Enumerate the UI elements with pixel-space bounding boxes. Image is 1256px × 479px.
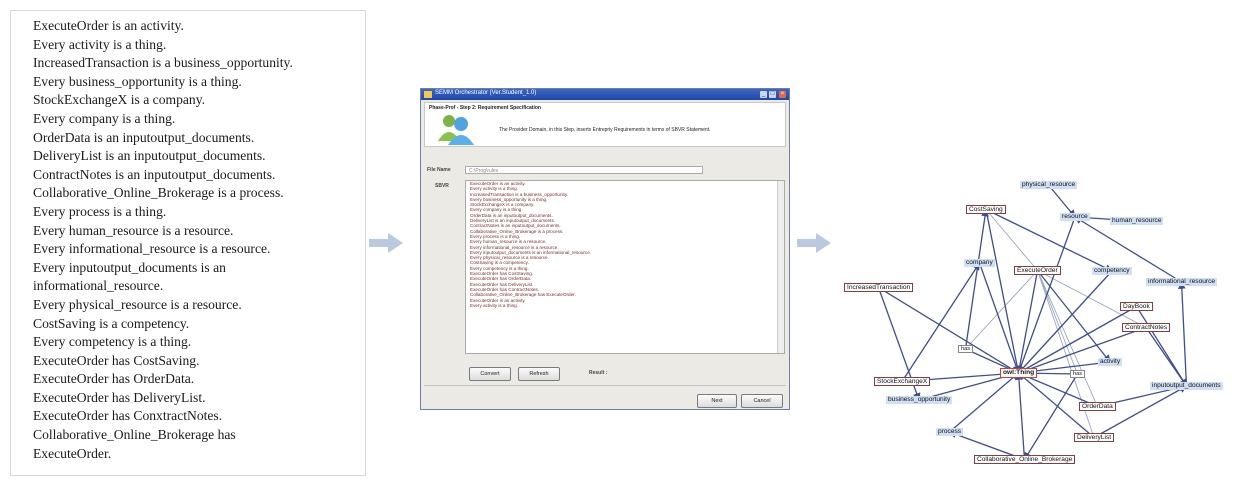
rule-row: Every activity is a thing. [470, 302, 518, 308]
graph-edge [1017, 326, 1147, 375]
flow-arrow-1-shape [369, 233, 403, 253]
graph-edge [985, 209, 1021, 374]
graph-node-contractnotes: ContractNotes [1122, 323, 1171, 332]
graph-edges [877, 184, 1188, 461]
graph-relation-line [1037, 270, 1098, 407]
sbvr-statement-line: ExecuteOrder has CostSaving. [33, 352, 200, 368]
sbvr-statement-line: Every inputoutput_documents is an [33, 259, 226, 275]
file-name-field[interactable]: C:\Prog\rules [465, 166, 703, 174]
window-titlebar: SEMM Orchestrator (Ver.Student_1.0) _ □ … [421, 89, 789, 100]
graph-node-has1: has [958, 345, 974, 353]
sbvr-statement-line: informational_resource. [33, 278, 164, 294]
sbvr-statement-line: IncreasedTransaction is a business_oppor… [33, 55, 293, 71]
rules-scrollbar[interactable] [777, 181, 784, 353]
graph-edge [1015, 270, 1039, 374]
graph-node-resource: resource [1060, 213, 1090, 221]
sbvr-statement-line: Every business_opportunity is a thing. [33, 73, 242, 89]
graph-relation-line [965, 270, 1038, 350]
convert-button[interactable]: Convert [469, 367, 511, 381]
sbvr-statement-line: Every process is a thing. [33, 203, 167, 219]
sbvr-statement-line: ExecuteOrder. [33, 445, 112, 461]
graph-node-process: process [936, 428, 964, 436]
sbvr-statement-list: ExecuteOrder is an activity. Every activi… [33, 17, 293, 463]
refresh-button[interactable]: Refresh [518, 367, 560, 381]
graph-node-orderdata: OrderData [1079, 402, 1116, 411]
sbvr-statement-line: Every activity is a thing. [33, 36, 167, 52]
sbvr-statement-line: Collaborative_Online_Brokerage has [33, 427, 236, 443]
sbvr-statement-line: StockExchangeX is a company. [33, 92, 206, 108]
graph-node-increasedtransaction: IncreasedTransaction [844, 283, 914, 292]
sbvr-statement-line: Every informational_resource is a resour… [33, 241, 271, 257]
sbvr-statement-line: Every physical_resource is a resource. [33, 296, 242, 312]
step-header: Phase-Prof - Step 2: Requirement Specifi… [424, 102, 786, 147]
step-instruction: The Provider Domain, in this Step, inser… [499, 127, 711, 133]
graph-node-business-opportunity: business_opportunity [886, 396, 953, 404]
ontology-graph: physical_resource resource human_resource C… [830, 165, 1256, 475]
phase-title: Phase-Prof - Step 2: Requirement Specifi… [429, 105, 541, 111]
graph-node-stockexchangex: StockExchangeX [874, 377, 931, 386]
graph-edge [1135, 306, 1188, 387]
next-button[interactable]: Next [697, 394, 737, 408]
graph-node-informational-resource: informational_resource [1146, 278, 1218, 286]
graph-edge [1015, 372, 1026, 460]
sbvr-statement-line: Every competency is a thing. [33, 334, 192, 350]
rules-rows: ExecuteOrder is an activity. Every activi… [466, 181, 784, 308]
cancel-button[interactable]: Cancel [741, 394, 783, 408]
maximize-button[interactable]: □ [769, 91, 776, 98]
graph-edge [978, 262, 1020, 374]
graph-node-collaborative-online-brokerage: Collaborative_Online_Brokerage [974, 455, 1076, 464]
minimize-button[interactable]: _ [760, 91, 767, 98]
sbvr-rules-textarea[interactable]: ExecuteOrder is an activity. Every activi… [465, 180, 785, 354]
graph-node-deliverylist: DeliveryList [1074, 433, 1115, 442]
flow-arrow-1 [369, 233, 403, 253]
graph-edge [878, 286, 1020, 374]
graph-edge [1177, 281, 1188, 387]
graph-node-physical-resource: physical_resource [1020, 181, 1078, 189]
graph-node-competency: competency [1092, 267, 1132, 275]
flow-arrow-2-shape [797, 233, 831, 253]
graph-node-inputoutput-documents: inputoutput_documents [1150, 382, 1223, 390]
sbvr-text-panel: ExecuteOrder is an activity. Every activi… [10, 10, 366, 476]
sbvr-statement-line: DeliveryList is an inputoutput_documents… [33, 148, 266, 164]
graph-node-company: company [964, 259, 995, 267]
graph-node-daybook: DayBook [1120, 302, 1153, 311]
graph-node-owlthing: owl:Thing [1000, 368, 1038, 378]
graph-node-costsaving: CostSaving [966, 205, 1006, 214]
semm-orchestrator-window: SEMM Orchestrator (Ver.Student_1.0) _ □ … [420, 88, 790, 410]
flow-arrow-2 [797, 233, 831, 253]
footer-divider [424, 385, 786, 386]
sbvr-statement-line: CostSaving is a competency. [33, 315, 190, 331]
sbvr-statement-line: Collaborative_Online_Brokerage is a proc… [33, 185, 284, 201]
users-icon [438, 115, 474, 145]
graph-node-executeorder: ExecuteOrder [1014, 266, 1061, 275]
sbvr-statement-line: ContractNotes is an inputoutput_document… [33, 166, 276, 182]
file-name-label: File Name [427, 167, 451, 173]
sbvr-statement-line: Every human_resource is a resource. [33, 222, 234, 238]
close-button[interactable]: × [779, 91, 786, 98]
graph-node-activity: activity [1098, 358, 1123, 366]
sbvr-statement-line: Every company is a thing. [33, 110, 176, 126]
graph-node-has2: has [1070, 370, 1086, 378]
sbvr-statement-line: ExecuteOrder has DeliveryList. [33, 389, 206, 405]
graph-node-human-resource: human_resource [1110, 217, 1164, 225]
result-label: Result : [589, 370, 608, 376]
graph-edge [901, 262, 981, 382]
rules-label: SBVR [435, 183, 449, 189]
graph-edge [1093, 385, 1188, 439]
sbvr-statement-line: ExecuteOrder has OrderData. [33, 371, 195, 387]
window-title: SEMM Orchestrator (Ver.Student_1.0) [435, 90, 537, 96]
graph-edge [1017, 216, 1076, 374]
sbvr-statement-line: ExecuteOrder is an activity. [33, 18, 184, 33]
app-icon [424, 91, 432, 98]
sbvr-statement-line: OrderData is an inputoutput_documents. [33, 129, 255, 145]
sbvr-statement-line: ExecuteOrder has ConxtractNotes. [33, 408, 223, 424]
